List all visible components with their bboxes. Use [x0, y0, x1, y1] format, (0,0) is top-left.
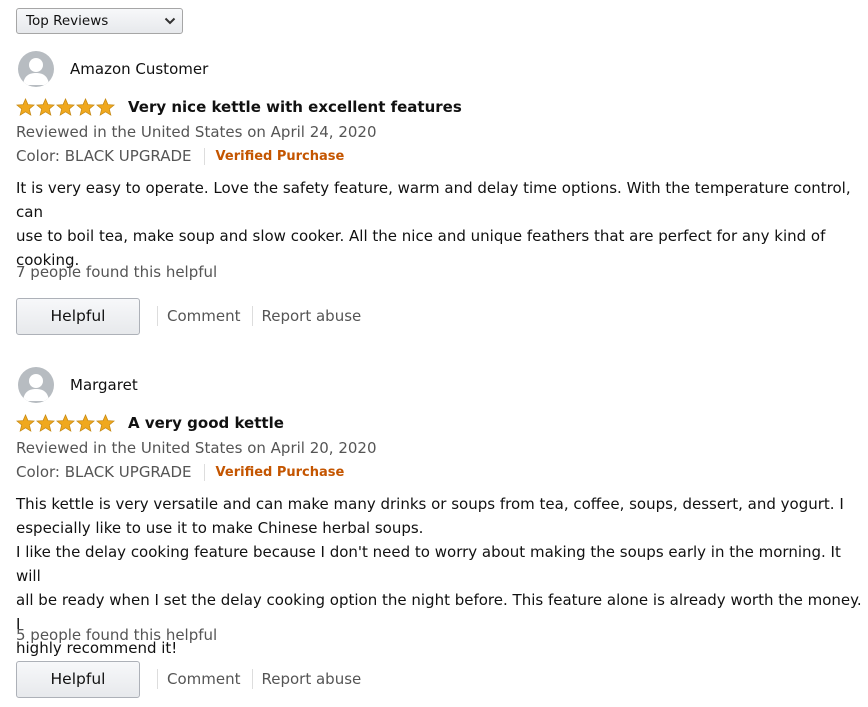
star-rating[interactable] — [16, 97, 115, 117]
divider — [251, 306, 253, 326]
review-profile[interactable]: Amazon Customer — [18, 50, 208, 88]
star-icon — [36, 97, 55, 116]
review-body: It is very easy to operate. Love the saf… — [16, 176, 862, 272]
helpful-button[interactable]: Helpful — [16, 297, 140, 335]
variant-link[interactable]: Color: BLACK UPGRADE — [16, 463, 192, 481]
avatar — [18, 51, 54, 87]
comment-link[interactable]: Comment — [167, 307, 241, 325]
user-silhouette-icon — [23, 58, 49, 85]
sort-reviews-dropdown[interactable]: Top Reviews — [16, 8, 183, 34]
star-icon — [56, 413, 75, 432]
review-body-line: I like the delay cooking feature because… — [16, 543, 841, 585]
verified-purchase-badge: Verified Purchase — [215, 148, 345, 164]
chevron-down-icon — [164, 17, 176, 25]
review-body-line: This kettle is very versatile and can ma… — [16, 495, 844, 513]
sort-selected-label: Top Reviews — [26, 13, 109, 29]
star-icon — [96, 413, 115, 432]
review-body-line: It is very easy to operate. Love the saf… — [16, 179, 851, 221]
report-abuse-link[interactable]: Report abuse — [262, 670, 362, 688]
star-icon — [16, 413, 35, 432]
star-icon — [96, 97, 115, 116]
reviewer-name: Amazon Customer — [70, 60, 209, 78]
helpful-button[interactable]: Helpful — [16, 660, 140, 698]
report-abuse-link[interactable]: Report abuse — [262, 307, 362, 325]
helpful-button-label: Helpful — [50, 670, 106, 688]
star-rating[interactable] — [16, 413, 115, 433]
star-icon — [56, 97, 75, 116]
helpful-button-label: Helpful — [50, 307, 106, 325]
reviewer-name: Margaret — [70, 376, 138, 394]
star-icon — [36, 413, 55, 432]
divider — [157, 669, 158, 689]
star-icon — [76, 97, 95, 116]
star-icon — [16, 97, 35, 116]
avatar — [18, 367, 54, 403]
divider — [203, 147, 205, 165]
divider — [157, 306, 158, 326]
variant-link[interactable]: Color: BLACK UPGRADE — [16, 147, 192, 165]
review-date: Reviewed in the United States on April 2… — [16, 439, 377, 457]
helpful-count: 5 people found this helpful — [16, 626, 218, 644]
divider — [251, 669, 253, 689]
review-title[interactable]: A very good kettle — [128, 414, 284, 432]
comment-link[interactable]: Comment — [167, 670, 241, 688]
star-icon — [76, 413, 95, 432]
helpful-count: 7 people found this helpful — [16, 263, 218, 281]
verified-purchase-badge: Verified Purchase — [215, 464, 345, 480]
user-silhouette-icon — [23, 374, 49, 401]
review-title[interactable]: Very nice kettle with excellent features — [128, 98, 462, 116]
review-date: Reviewed in the United States on April 2… — [16, 123, 377, 141]
review-profile[interactable]: Margaret — [18, 366, 138, 404]
review-body-line: especially like to use it to make Chines… — [16, 519, 424, 537]
review-body-line: use to boil tea, make soup and slow cook… — [16, 227, 826, 245]
divider — [203, 463, 205, 481]
